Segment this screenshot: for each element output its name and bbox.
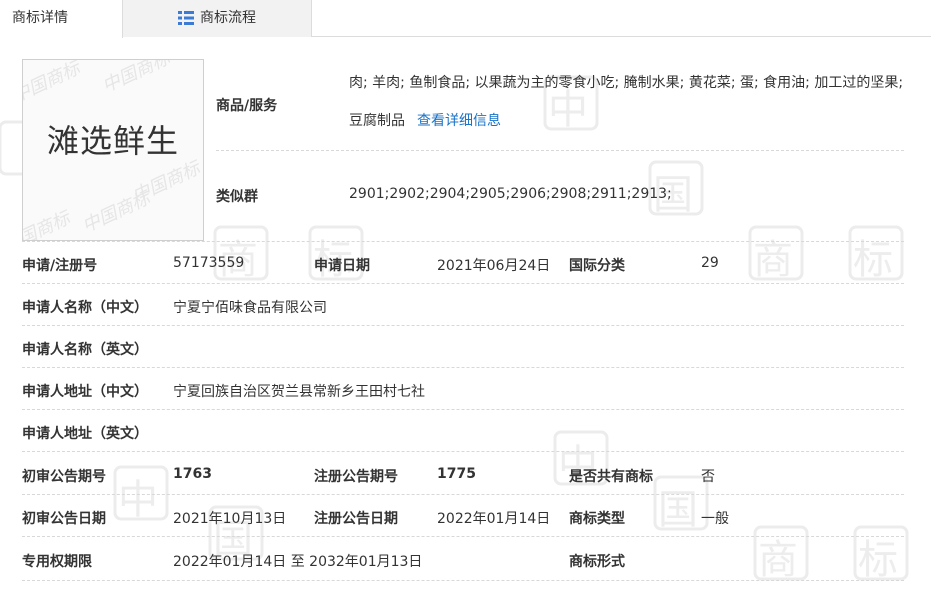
reg-pub-date-value: 2022年01月14日 [437, 511, 551, 527]
tm-type-label: 商标类型 [569, 511, 625, 527]
reg-no-value: 57173559 [173, 255, 245, 271]
apply-date-value: 2021年06月24日 [437, 258, 551, 274]
reg-no-label: 申请/注册号 [22, 258, 98, 274]
divider [22, 367, 904, 368]
prelim-no-value: 1763 [173, 466, 212, 482]
prelim-date-label: 初审公告日期 [22, 511, 106, 527]
reg-pub-no-label: 注册公告期号 [314, 469, 398, 485]
goods-services-value: 肉; 羊肉; 鱼制食品; 以果蔬为主的零食小吃; 腌制水果; 黄花菜; 蛋; 食… [349, 64, 909, 140]
svg-text:中国商标: 中国商标 [99, 60, 175, 97]
intl-class-value: 29 [701, 255, 719, 271]
trademark-text: 滩选鲜生 [46, 122, 179, 160]
exclusive-period-label: 专用权期限 [22, 554, 92, 570]
apply-date-label: 申请日期 [314, 258, 370, 274]
address-cn-label: 申请人地址（中文） [22, 384, 148, 400]
divider [22, 283, 904, 284]
intl-class-label: 国际分类 [569, 258, 625, 274]
divider [22, 325, 904, 326]
similar-group-label: 类似群 [216, 189, 258, 205]
exclusive-period-value: 2022年01月14日 至 2032年01月13日 [173, 554, 423, 570]
prelim-no-label: 初审公告期号 [22, 469, 106, 485]
divider [22, 451, 904, 452]
similar-group-value: 2901;2902;2904;2905;2906;2908;2911;2913; [349, 186, 672, 202]
applicant-en-label: 申请人名称（英文） [22, 342, 148, 358]
tm-form-label: 商标形式 [569, 554, 625, 570]
applicant-cn-value: 宁夏宁佰味食品有限公司 [173, 300, 327, 316]
svg-text:中国商标: 中国商标 [23, 60, 85, 107]
shared-label: 是否共有商标 [569, 469, 653, 485]
tm-type-value: 一般 [701, 511, 729, 527]
reg-pub-no-value: 1775 [437, 466, 476, 482]
divider [22, 580, 904, 581]
divider [22, 241, 904, 242]
svg-text:中国商标: 中国商标 [23, 207, 75, 240]
applicant-cn-label: 申请人名称（中文） [22, 300, 148, 316]
divider [22, 494, 904, 495]
svg-text:中国商标: 中国商标 [129, 157, 203, 207]
reg-pub-date-label: 注册公告日期 [314, 511, 398, 527]
address-cn-value: 宁夏回族自治区贺兰县常新乡王田村七社 [173, 384, 425, 400]
divider [22, 409, 904, 410]
divider [22, 536, 904, 537]
trademark-image: 中国商标 中国商标 中国商标 中国商标 中国商标 滩选鲜生 [22, 59, 204, 241]
prelim-date-value: 2021年10月13日 [173, 511, 287, 527]
view-details-link[interactable]: 查看详细信息 [417, 113, 501, 129]
divider [216, 150, 904, 151]
goods-services-label: 商品/服务 [216, 98, 278, 114]
address-en-label: 申请人地址（英文） [22, 426, 148, 442]
shared-value: 否 [701, 469, 715, 485]
